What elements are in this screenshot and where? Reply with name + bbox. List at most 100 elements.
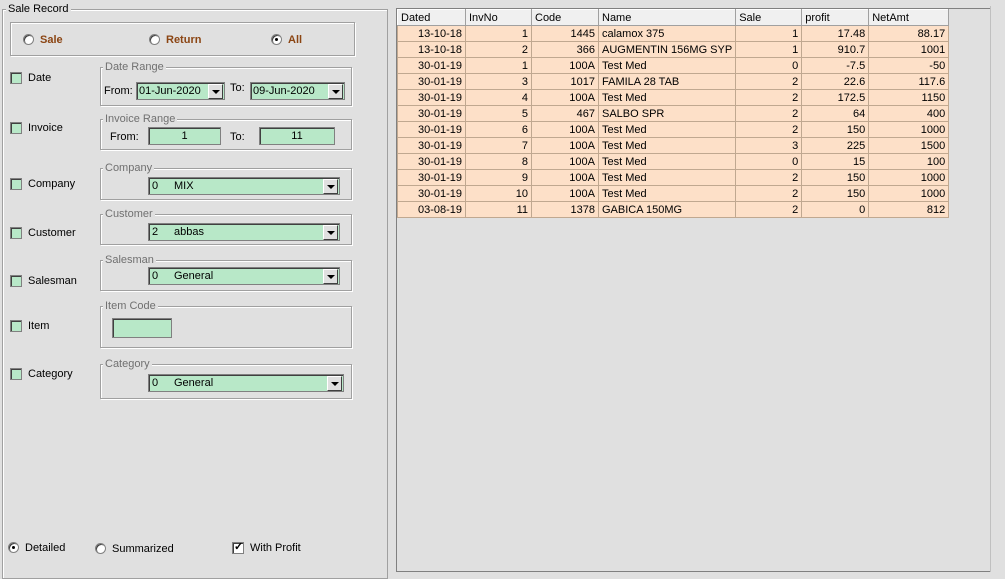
table-row[interactable]: 30-01-19 8 100A Test Med 0 15 100 [397,153,950,170]
cell-code[interactable]: 100A [531,169,599,186]
radio-sale-label[interactable]: Sale [40,34,63,46]
chevron-down-icon[interactable] [323,179,338,194]
cell-name[interactable]: AUGMENTIN 156MG SYP [597,41,737,58]
cell-invno[interactable]: 8 [465,153,532,170]
cell-code[interactable]: 100A [531,57,599,74]
cell-invno[interactable]: 2 [465,41,532,58]
col-header-netamt[interactable]: NetAmt [868,9,950,26]
cell-name[interactable]: Test Med [597,153,737,170]
cell-dated[interactable]: 30-01-19 [397,57,466,74]
cell-invno[interactable]: 5 [465,105,532,122]
item-code-input[interactable] [112,318,172,338]
cell-sale[interactable]: 2 [735,121,803,138]
cell-code[interactable]: 100A [531,185,599,202]
cell-name[interactable]: SALBO SPR [597,105,737,122]
cell-name[interactable]: Test Med [597,169,737,186]
cell-profit[interactable]: 17.48 [801,25,870,42]
table-row[interactable]: 13-10-18 2 366 AUGMENTIN 156MG SYP 1 910.7 100… [397,41,950,58]
radio-detailed[interactable] [8,542,19,553]
cell-sale[interactable]: 2 [735,89,803,106]
cell-invno[interactable]: 6 [465,121,532,138]
cell-netamt[interactable]: 1001 [868,41,950,58]
cell-profit[interactable]: 172.5 [801,89,870,106]
cell-profit[interactable]: 22.6 [801,73,870,90]
category-select[interactable]: 0 General [148,374,344,392]
cell-profit[interactable]: 150 [801,169,870,186]
radio-detailed-label[interactable]: Detailed [25,542,65,554]
cell-sale[interactable]: 0 [735,57,803,74]
cell-dated[interactable]: 30-01-19 [397,73,466,90]
date-to-picker[interactable]: 09-Jun-2020 [250,82,345,100]
cell-name[interactable]: Test Med [597,57,737,74]
cell-code[interactable]: 467 [531,105,599,122]
cell-netamt[interactable]: 1000 [868,121,950,138]
col-header-profit[interactable]: profit [801,9,870,26]
cell-code[interactable]: 1378 [531,201,599,218]
cell-code[interactable]: 100A [531,89,599,106]
company-filter-checkbox[interactable] [10,178,22,190]
table-row[interactable]: 30-01-19 10 100A Test Med 2 150 1000 [397,185,950,202]
radio-all-label[interactable]: All [288,34,302,46]
cell-dated[interactable]: 30-01-19 [397,169,466,186]
cell-name[interactable]: Test Med [597,121,737,138]
right-scroll-area[interactable] [990,6,1005,572]
cell-code[interactable]: 1017 [531,73,599,90]
cell-dated[interactable]: 03-08-19 [397,201,466,218]
col-header-dated[interactable]: Dated [397,9,466,26]
cell-sale[interactable]: 1 [735,25,803,42]
cell-profit[interactable]: 225 [801,137,870,154]
cell-invno[interactable]: 10 [465,185,532,202]
cell-netamt[interactable]: 1150 [868,89,950,106]
cell-profit[interactable]: 150 [801,121,870,138]
date-from-picker[interactable]: 01-Jun-2020 [136,82,225,100]
cell-dated[interactable]: 30-01-19 [397,137,466,154]
table-row[interactable]: 30-01-19 9 100A Test Med 2 150 1000 [397,169,950,186]
cell-name[interactable]: GABICA 150MG [597,201,737,218]
cell-profit[interactable]: 0 [801,201,870,218]
cell-sale[interactable]: 1 [735,41,803,58]
cell-code[interactable]: 100A [531,137,599,154]
cell-netamt[interactable]: 1500 [868,137,950,154]
radio-return[interactable] [149,34,160,45]
radio-return-label[interactable]: Return [166,34,201,46]
table-row[interactable]: 30-01-19 5 467 SALBO SPR 2 64 400 [397,105,950,122]
table-row[interactable]: 30-01-19 7 100A Test Med 3 225 1500 [397,137,950,154]
radio-all[interactable] [271,34,282,45]
cell-profit[interactable]: 150 [801,185,870,202]
table-row[interactable]: 30-01-19 6 100A Test Med 2 150 1000 [397,121,950,138]
col-header-invno[interactable]: InvNo [465,9,532,26]
col-header-name[interactable]: Name [597,9,737,26]
cell-dated[interactable]: 13-10-18 [397,25,466,42]
chevron-down-icon[interactable] [327,376,342,391]
cell-profit[interactable]: -7.5 [801,57,870,74]
cell-netamt[interactable]: 88.17 [868,25,950,42]
cell-sale[interactable]: 2 [735,73,803,90]
cell-sale[interactable]: 2 [735,201,803,218]
table-row[interactable]: 30-01-19 4 100A Test Med 2 172.5 1150 [397,89,950,106]
customer-filter-checkbox[interactable] [10,227,22,239]
customer-select[interactable]: 2 abbas [148,223,340,241]
cell-invno[interactable]: 11 [465,201,532,218]
radio-summarized[interactable] [95,543,106,554]
cell-dated[interactable]: 30-01-19 [397,121,466,138]
col-header-code[interactable]: Code [531,9,599,26]
radio-summarized-label[interactable]: Summarized [112,543,174,555]
chevron-down-icon[interactable] [328,84,343,99]
cell-dated[interactable]: 30-01-19 [397,89,466,106]
table-row[interactable]: 30-01-19 1 100A Test Med 0 -7.5 -50 [397,57,950,74]
cell-dated[interactable]: 30-01-19 [397,185,466,202]
chevron-down-icon[interactable] [323,225,338,240]
cell-dated[interactable]: 30-01-19 [397,153,466,170]
cell-name[interactable]: Test Med [597,89,737,106]
cell-sale[interactable]: 2 [735,105,803,122]
cell-netamt[interactable]: 400 [868,105,950,122]
category-filter-checkbox[interactable] [10,368,22,380]
cell-invno[interactable]: 1 [465,25,532,42]
cell-netamt[interactable]: 1000 [868,169,950,186]
invoice-from-input[interactable]: 1 [148,127,221,145]
cell-name[interactable]: Test Med [597,137,737,154]
cell-netamt[interactable]: 812 [868,201,950,218]
cell-netamt[interactable]: -50 [868,57,950,74]
cell-sale[interactable]: 2 [735,185,803,202]
cell-netamt[interactable]: 100 [868,153,950,170]
